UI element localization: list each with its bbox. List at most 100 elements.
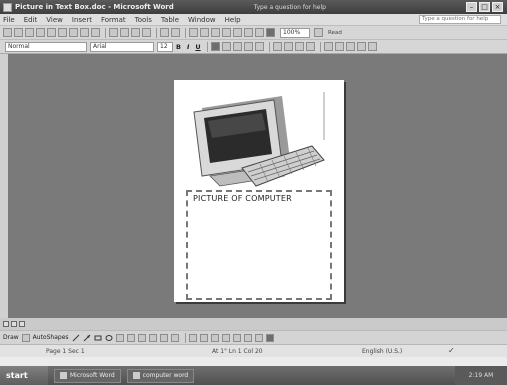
toolbar-separator	[185, 27, 186, 38]
font-size-select[interactable]: 12	[157, 41, 173, 52]
spelling-status-icon[interactable]: ✓	[448, 346, 455, 355]
save-icon[interactable]	[25, 28, 34, 37]
word-app-icon[interactable]	[3, 2, 12, 12]
font-color-icon[interactable]	[345, 42, 355, 51]
decrease-indent-icon[interactable]	[294, 42, 304, 51]
3d-style-icon[interactable]	[265, 333, 274, 342]
undo-icon[interactable]	[160, 28, 169, 37]
create-link-icon[interactable]	[367, 42, 377, 51]
fill-color-icon[interactable]	[188, 333, 197, 342]
window-title: Picture in Text Box.doc - Microsoft Word	[15, 3, 174, 11]
insert-excel-icon[interactable]	[222, 28, 231, 37]
ask-question-input[interactable]: Type a question for help	[419, 15, 501, 24]
start-button[interactable]: start	[0, 366, 48, 385]
menu-edit[interactable]: Edit	[24, 16, 38, 24]
research-icon[interactable]	[91, 28, 100, 37]
maximize-button[interactable]: □	[479, 2, 490, 12]
close-button[interactable]: ×	[492, 2, 503, 12]
new-icon[interactable]	[3, 28, 12, 37]
menu-help[interactable]: Help	[225, 16, 241, 24]
bullets-icon[interactable]	[283, 42, 293, 51]
spelling-icon[interactable]	[80, 28, 89, 37]
font-color-draw-icon[interactable]	[210, 333, 219, 342]
computer-clipart-image[interactable]	[180, 90, 326, 190]
text-direction-icon[interactable]	[356, 42, 366, 51]
select-objects-icon[interactable]	[21, 333, 30, 342]
wordart-icon[interactable]	[137, 333, 146, 342]
start-label: start	[6, 371, 28, 380]
rectangle-icon[interactable]	[94, 334, 102, 342]
menu-window[interactable]: Window	[188, 16, 216, 24]
menu-table[interactable]: Table	[161, 16, 179, 24]
align-right-icon[interactable]	[232, 42, 242, 51]
document-page[interactable]: PICTURE OF COMPUTER	[174, 80, 344, 302]
print-layout-button[interactable]	[19, 321, 25, 327]
align-left-icon[interactable]	[210, 42, 220, 51]
shadow-style-icon[interactable]	[254, 333, 263, 342]
status-language: English (U.S.)	[362, 348, 403, 355]
increase-indent-icon[interactable]	[305, 42, 315, 51]
format-painter-icon[interactable]	[142, 28, 151, 37]
paste-icon[interactable]	[131, 28, 140, 37]
line-style-icon[interactable]	[221, 333, 230, 342]
menu-file[interactable]: File	[3, 16, 15, 24]
show-hide-icon[interactable]	[266, 28, 275, 37]
taskbar-item-computer-word[interactable]: computer word	[126, 368, 195, 383]
menu-insert[interactable]: Insert	[72, 16, 92, 24]
help-icon[interactable]	[314, 28, 323, 37]
view-buttons-bar	[0, 318, 507, 330]
cut-icon[interactable]	[109, 28, 118, 37]
text-box-icon[interactable]	[115, 333, 124, 342]
numbering-icon[interactable]	[272, 42, 282, 51]
web-layout-button[interactable]	[11, 321, 17, 327]
taskbar-item-word[interactable]: Microsoft Word	[54, 368, 121, 383]
drawing-icon[interactable]	[244, 28, 253, 37]
autoshapes-menu[interactable]: AutoShapes	[33, 334, 69, 341]
highlight-icon[interactable]	[334, 42, 344, 51]
clip-art-icon[interactable]	[159, 333, 168, 342]
oval-icon[interactable]	[105, 334, 113, 342]
columns-icon[interactable]	[233, 28, 242, 37]
document-map-icon[interactable]	[255, 28, 264, 37]
redo-icon[interactable]	[171, 28, 180, 37]
diagram-icon[interactable]	[148, 333, 157, 342]
draw-menu[interactable]: Draw	[3, 334, 19, 341]
font-select[interactable]: Arial	[90, 41, 154, 52]
minimize-button[interactable]: –	[466, 2, 477, 12]
word-task-icon	[60, 372, 67, 379]
clock[interactable]: 2:19 AM	[469, 372, 494, 379]
insert-picture-icon[interactable]	[170, 333, 179, 342]
line-icon[interactable]	[72, 334, 80, 342]
text-box-content[interactable]: PICTURE OF COMPUTER	[193, 194, 292, 203]
insert-table-icon[interactable]	[211, 28, 220, 37]
borders-icon[interactable]	[323, 42, 333, 51]
line-spacing-icon[interactable]	[254, 42, 264, 51]
normal-view-button[interactable]	[3, 321, 9, 327]
open-icon[interactable]	[14, 28, 23, 37]
print-preview-icon[interactable]	[69, 28, 78, 37]
hyperlink-icon[interactable]	[189, 28, 198, 37]
taskbar-gap	[0, 357, 507, 366]
copy-icon[interactable]	[120, 28, 129, 37]
justify-icon[interactable]	[243, 42, 253, 51]
menu-tools[interactable]: Tools	[135, 16, 152, 24]
italic-button[interactable]: I	[187, 43, 189, 51]
zoom-select[interactable]: 100%	[280, 27, 310, 38]
bold-button[interactable]: B	[176, 43, 181, 51]
menu-view[interactable]: View	[46, 16, 63, 24]
style-select[interactable]: Normal	[5, 41, 87, 52]
align-center-icon[interactable]	[221, 42, 231, 51]
tables-borders-icon[interactable]	[200, 28, 209, 37]
arrow-style-icon[interactable]	[243, 333, 252, 342]
email-icon[interactable]	[47, 28, 56, 37]
line-color-icon[interactable]	[199, 333, 208, 342]
arrow-icon[interactable]	[83, 334, 91, 342]
permission-icon[interactable]	[36, 28, 45, 37]
print-icon[interactable]	[58, 28, 67, 37]
read-button[interactable]: Read	[328, 30, 342, 36]
vertical-text-box-icon[interactable]	[126, 333, 135, 342]
underline-button[interactable]: U	[195, 43, 200, 51]
menu-format[interactable]: Format	[101, 16, 126, 24]
dash-style-icon[interactable]	[232, 333, 241, 342]
text-box[interactable]: PICTURE OF COMPUTER	[186, 190, 332, 300]
